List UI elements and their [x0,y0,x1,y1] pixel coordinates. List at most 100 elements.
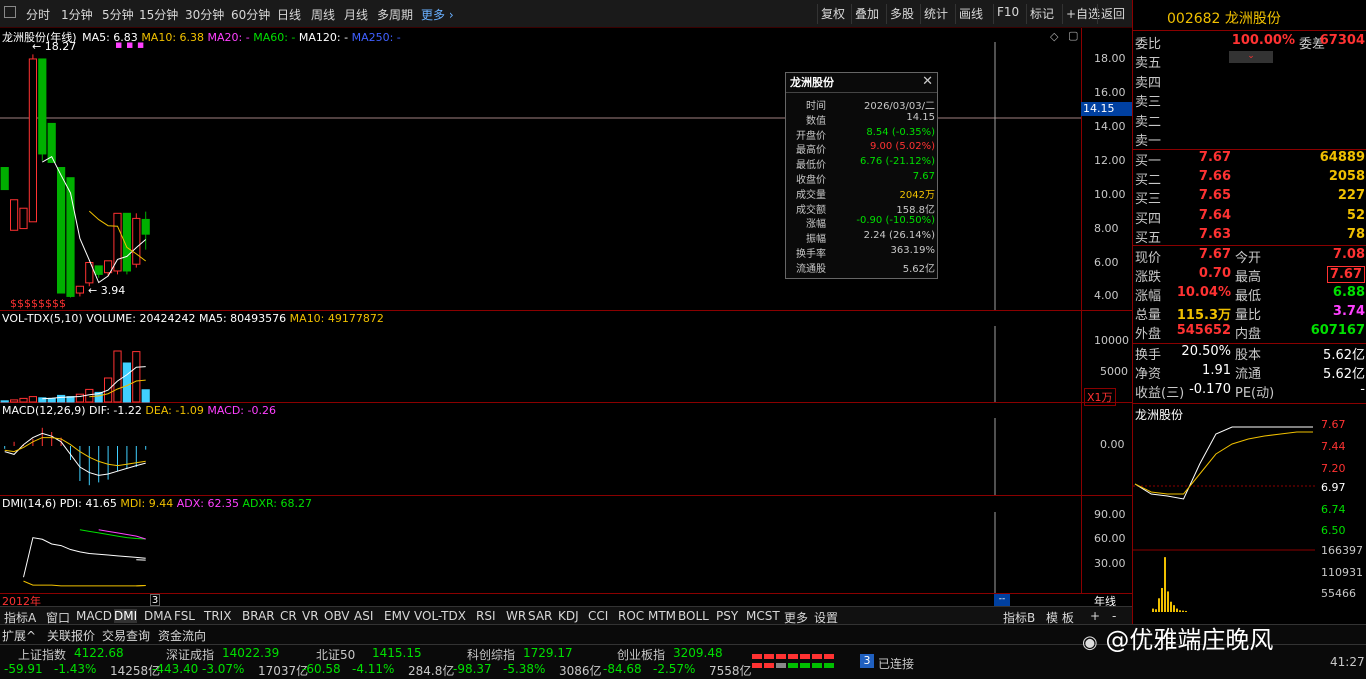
popup-row-label: 最高价 [796,145,826,157]
event-markers[interactable]: $$$$$$$$ [10,297,66,310]
toolbar-button[interactable]: 复权 [817,4,848,24]
popup-row-label: 时间 [806,101,826,112]
popup-row: 最高价 9.00 (5.02%) [786,141,939,157]
ask-row[interactable]: 卖三 [1135,91,1365,110]
bid-row[interactable]: 买三 7.65 227 [1135,188,1365,207]
connection-count-badge[interactable]: 3 [860,654,874,668]
popup-row-value: 7.67 [912,171,935,182]
indicator-tab[interactable]: OBV [324,609,350,623]
indicator-tab[interactable]: EMV [384,609,410,623]
indicator-tab[interactable]: VOL-TDX [414,609,466,623]
popup-row-label: 开盘价 [796,130,826,142]
dmi-y-label: 60.00 [1094,532,1126,545]
index-percent: -1.43% [54,662,97,676]
window-menu-icon[interactable] [4,6,16,18]
indicator-tab[interactable]: MACD [76,609,112,623]
bid-row[interactable]: 买五 7.63 78 [1135,227,1365,246]
indicator-tab[interactable]: FSL [174,609,195,623]
index-percent: -3.07% [202,662,245,676]
weibi-value: 100.00% [1231,33,1295,48]
indicator-tab[interactable]: MCST [746,609,780,623]
indicator-tab[interactable]: TRIX [204,609,231,623]
fund-label: 净资 [1135,367,1162,382]
period-tab[interactable]: 月线 [344,6,368,23]
popup-row-label: 成交额 [796,204,826,216]
index-name[interactable]: 上证指数 [18,646,66,663]
period-tab[interactable]: 分时 [26,6,50,23]
close-icon[interactable]: ✕ [922,74,933,89]
fund-value: -0.170 [1189,382,1231,397]
bid-row[interactable]: 买一 7.67 64889 [1135,150,1365,169]
extension-tab[interactable]: 交易查询 [102,627,150,644]
bid-label: 买一 [1135,154,1162,169]
period-tab[interactable]: 60分钟 [231,6,270,23]
bid-row[interactable]: 买二 7.66 2058 [1135,169,1365,188]
adx-line [23,537,146,578]
indicator-tab[interactable]: DMA [144,609,172,623]
volume-bar [122,362,132,403]
ask-row[interactable]: 卖一 [1135,130,1365,149]
index-name[interactable]: 深证成指 [166,646,214,663]
toolbar-button[interactable]: 多股 [886,4,917,24]
toolbar-button[interactable]: 画线 [955,4,986,24]
indicator-tab[interactable]: VR [302,609,319,623]
index-amount: 3086亿 [559,664,602,678]
index-change: -98.37 [453,662,492,676]
indicator-tab[interactable]: DMI [114,609,138,623]
fund-label: 股本 [1235,348,1262,363]
ask-row[interactable]: 卖五 [1135,52,1365,71]
vol-y-label: 10000 [1094,334,1129,347]
period-tab[interactable]: 多周期 [377,6,413,23]
indicator-tab[interactable]: RSI [476,609,496,623]
indicator-tab[interactable]: SAR [528,609,552,623]
indicator-tab[interactable]: MTM [648,609,676,623]
popup-row-label: 流通股 [796,263,826,275]
period-tab[interactable]: 30分钟 [185,6,224,23]
indicator-tab[interactable]: CR [280,609,297,623]
indicator-tab[interactable]: ROC [618,609,644,623]
toolbar-button[interactable]: F10 [993,4,1022,24]
indicator-tab[interactable]: PSY [716,609,738,623]
volume-bar [19,397,28,403]
fund-value: 5.62亿 [1323,348,1365,363]
index-name[interactable]: 北证50 [316,646,355,663]
period-tab[interactable]: 15分钟 [139,6,178,23]
period-tab[interactable]: 日线 [277,6,301,23]
toolbar-button[interactable]: 统计 [920,4,951,24]
fund-label: 流通 [1235,367,1262,382]
extension-tab[interactable]: 扩展^ [2,627,36,644]
extension-tab[interactable]: 资金流向 [158,627,206,644]
ask-row[interactable]: 卖二 [1135,111,1365,130]
period-tab[interactable]: 5分钟 [102,6,134,23]
indicator-tab[interactable]: BOLL [678,609,709,623]
weibo-icon: ◉ [1082,632,1098,653]
popup-row-value: 363.19% [890,245,936,256]
popup-row: 振幅 2.24 (26.14%) [786,230,939,245]
toolbar-button[interactable]: 返回 [1097,4,1128,24]
popup-row-value: 5.62亿 [902,263,935,275]
indicator-tab[interactable]: KDJ [558,609,579,623]
stat-label: 最高 [1235,270,1262,285]
volume-bar [141,389,150,403]
extension-tab[interactable]: 关联报价 [47,627,95,644]
intraday-price-label: 6.74 [1321,503,1346,516]
toolbar-button[interactable]: 叠加 [851,4,882,24]
intraday-mini-chart[interactable] [1133,420,1315,614]
bid-volume: 52 [1346,207,1365,223]
more-periods-button[interactable]: 更多 › [421,6,454,23]
bid-label: 买四 [1135,211,1162,227]
index-name[interactable]: 创业板指 [617,646,665,663]
stat-value: 6.88 [1332,285,1365,300]
ask-row[interactable]: 卖四 [1135,72,1365,91]
index-name[interactable]: 科创综指 [467,646,515,663]
indicator-tab[interactable]: WR [506,609,526,623]
indicator-tab[interactable]: CCI [588,609,608,623]
stat-label: 量比 [1235,308,1262,323]
indicator-tab[interactable]: ASI [354,609,373,623]
indicator-tab[interactable]: BRAR [242,609,275,623]
toolbar-button[interactable]: 标记 [1026,4,1057,24]
stat-label: 今开 [1235,251,1262,266]
period-tab[interactable]: 1分钟 [61,6,93,23]
period-tab[interactable]: 周线 [311,6,335,23]
bid-row[interactable]: 买四 7.64 52 [1135,208,1365,227]
